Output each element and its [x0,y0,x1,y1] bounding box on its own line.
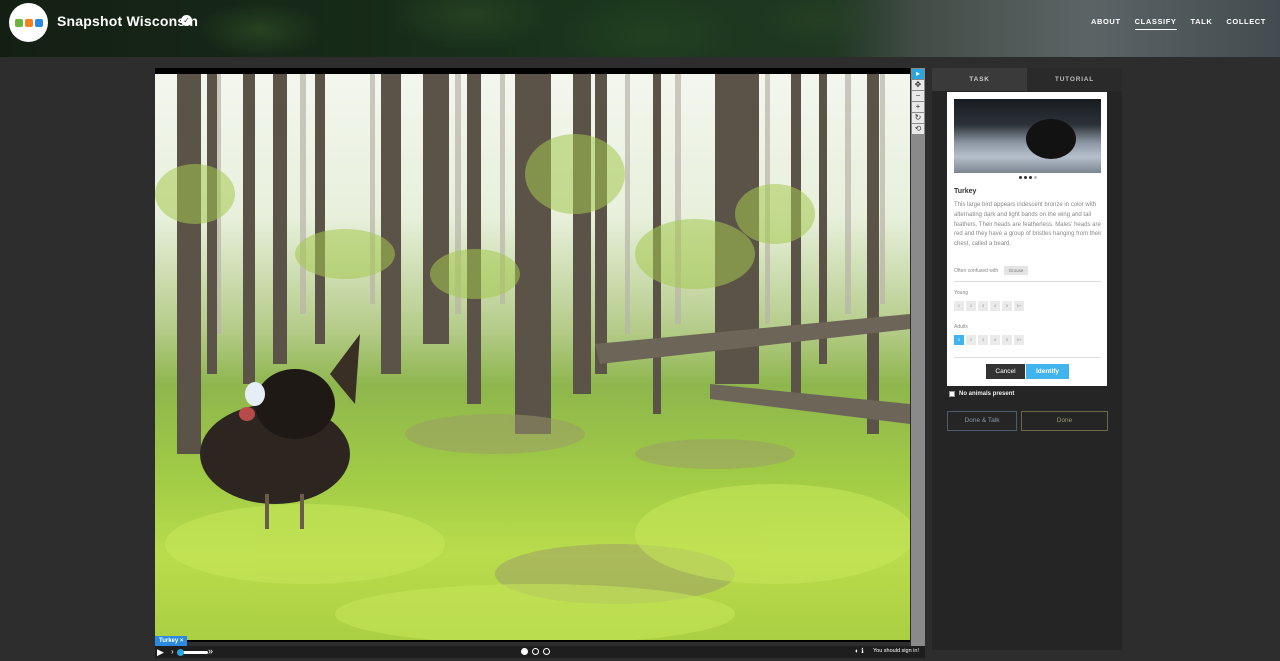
frame-dot-2[interactable] [532,648,539,655]
reset-icon[interactable]: ⟲ [912,124,924,134]
pointer-icon[interactable]: ▸ [912,69,924,79]
subject-image[interactable] [155,74,910,640]
no-animals-checkbox[interactable]: No animals present [949,391,1014,397]
nav-classify[interactable]: CLASSIFY [1134,17,1177,30]
classifier-panel: TASK TUTORIAL Turkey This large bird app… [932,68,1122,650]
example-pager [1019,176,1037,179]
signin-notice: You should sign in! [873,648,919,654]
zoom-out-icon[interactable]: − [912,91,924,101]
confused-with: Often confused with Grouse [954,266,1029,275]
site-logo[interactable] [9,3,48,42]
nav-talk[interactable]: TALK [1191,17,1213,30]
young-label: Young [954,290,968,296]
zoom-in-icon[interactable]: + [912,102,924,112]
contrast-info-icons[interactable]: ◐ ℹ [855,647,864,655]
faster-icon[interactable]: » [208,646,213,656]
verified-icon: ✓ [181,15,192,26]
frame-pager [521,648,550,655]
play-icon[interactable]: ▶ [157,647,164,658]
cancel-button[interactable]: Cancel [986,364,1025,379]
species-name: Turkey [954,188,977,195]
playback-controls: ▶ › » ◐ ℹ You should sign in! [155,646,925,658]
tab-tutorial[interactable]: TUTORIAL [1027,68,1122,91]
frame-dot-1[interactable] [521,648,528,655]
tab-task[interactable]: TASK [932,68,1027,91]
logo-mark-icon [14,18,23,27]
confused-with-chip[interactable]: Grouse [1003,266,1029,275]
panel-tabs: TASK TUTORIAL [932,68,1122,91]
top-nav: ABOUT CLASSIFY TALK COLLECT [1091,17,1280,30]
rotate-icon[interactable]: ↻ [912,113,924,123]
species-card: Turkey This large bird appears iridescen… [947,92,1107,386]
checkbox-icon[interactable] [949,391,955,397]
slower-icon[interactable]: › [171,647,174,656]
species-description: This large bird appears iridescent bronz… [954,202,1102,248]
nav-collect[interactable]: COLLECT [1226,17,1266,30]
forest-scene [155,74,910,640]
adults-count-options: 1 2 3 4 5 6+ [954,335,1024,345]
done-button[interactable]: Done [1021,411,1108,431]
viewer-toolbar: ▸ ✥ − + ↻ ⟲ [911,68,925,648]
nav-about[interactable]: ABOUT [1091,17,1121,30]
subject-badge[interactable]: Turkey × [155,636,188,646]
done-and-talk-button[interactable]: Done & Talk [947,411,1017,431]
identify-button[interactable]: Identify [1026,364,1069,379]
project-title[interactable]: Snapshot Wisconsin [57,13,198,29]
site-header: Snapshot Wisconsin ✓ ABOUT CLASSIFY TALK… [0,0,1280,57]
species-example-image [954,99,1101,173]
speed-slider-handle[interactable] [177,649,184,656]
frame-dot-3[interactable] [543,648,550,655]
subject-viewer[interactable] [155,68,910,642]
young-count-options: 1 2 3 4 5 6+ [954,301,1024,311]
move-icon[interactable]: ✥ [912,80,924,90]
adults-label: Adults [954,324,968,330]
